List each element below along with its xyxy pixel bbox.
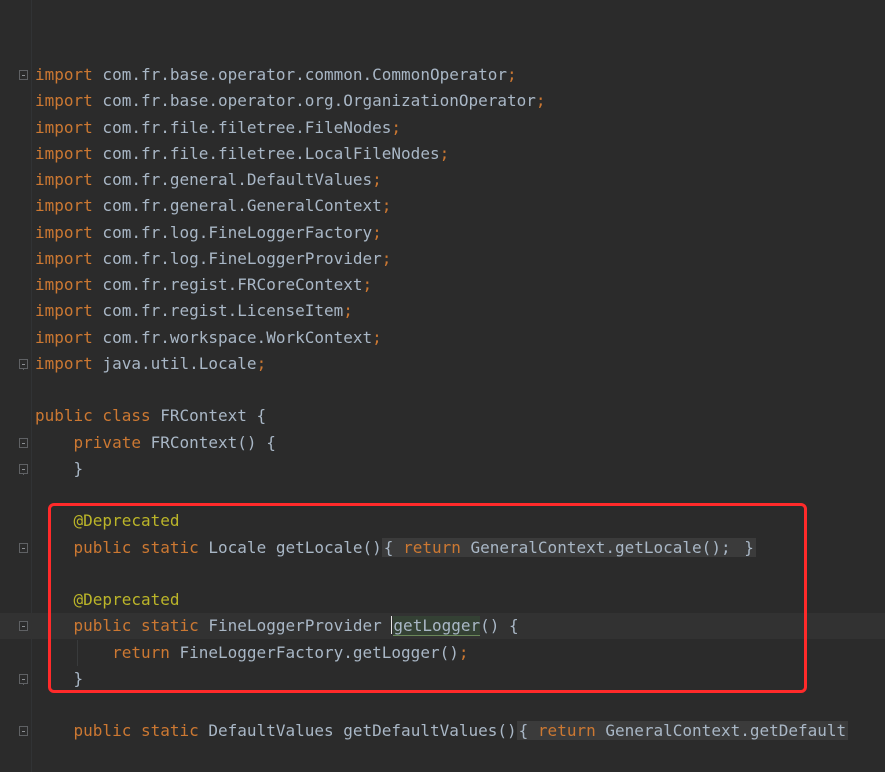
code-line[interactable]: import com.fr.general.DefaultValues;: [0, 167, 885, 193]
fold-toggle-icon[interactable]: [19, 438, 28, 448]
code-line[interactable]: public class FRContext {: [0, 403, 885, 429]
folded-block[interactable]: { return GeneralContext.getDefault: [516, 721, 849, 740]
code-line[interactable]: import com.fr.base.operator.org.Organiza…: [0, 88, 885, 114]
code-line[interactable]: }: [0, 666, 885, 692]
code-line[interactable]: import com.fr.workspace.WorkContext;: [0, 325, 885, 351]
code-line[interactable]: @Deprecated: [0, 587, 885, 613]
code-line[interactable]: private FRContext() {: [0, 430, 885, 456]
annotation: @Deprecated: [73, 590, 180, 609]
code-line[interactable]: }: [0, 456, 885, 482]
code-line[interactable]: public static Locale getLocale(){ return…: [0, 535, 885, 561]
fold-toggle-icon[interactable]: [19, 674, 28, 685]
code-line[interactable]: import com.fr.log.FineLoggerProvider;: [0, 246, 885, 272]
code-line[interactable]: public static DefaultValues getDefaultVa…: [0, 718, 885, 744]
code-line[interactable]: import com.fr.regist.LicenseItem;: [0, 298, 885, 324]
code-line[interactable]: @Deprecated: [0, 508, 885, 534]
fold-toggle-icon[interactable]: [19, 543, 28, 553]
code-line[interactable]: import com.fr.file.filetree.FileNodes;: [0, 115, 885, 141]
fold-toggle-icon[interactable]: [19, 621, 28, 631]
fold-toggle-icon[interactable]: [19, 464, 28, 475]
highlighted-identifier[interactable]: getLogger: [393, 616, 481, 636]
code-line[interactable]: return FineLoggerFactory.getLogger();: [0, 640, 885, 666]
code-line[interactable]: import com.fr.general.GeneralContext;: [0, 193, 885, 219]
code-line[interactable]: import com.fr.regist.FRCoreContext;: [0, 272, 885, 298]
code-line[interactable]: import com.fr.base.operator.common.Commo…: [0, 62, 885, 88]
code-line[interactable]: import com.fr.log.FineLoggerFactory;: [0, 220, 885, 246]
code-line[interactable]: package com.fr.base;: [0, 10, 885, 36]
fold-toggle-icon[interactable]: [19, 70, 28, 80]
code-editor[interactable]: package com.fr.base; import com.fr.base.…: [0, 0, 885, 772]
fold-toggle-icon[interactable]: [19, 726, 28, 736]
current-code-line[interactable]: public static FineLoggerProvider getLogg…: [0, 613, 885, 639]
code-line[interactable]: import java.util.Locale;: [0, 351, 885, 377]
annotation: @Deprecated: [73, 511, 180, 530]
code-line[interactable]: import com.fr.file.filetree.LocalFileNod…: [0, 141, 885, 167]
folded-block[interactable]: { return GeneralContext.getLocale();: [381, 538, 743, 557]
fold-toggle-icon[interactable]: [19, 359, 28, 370]
